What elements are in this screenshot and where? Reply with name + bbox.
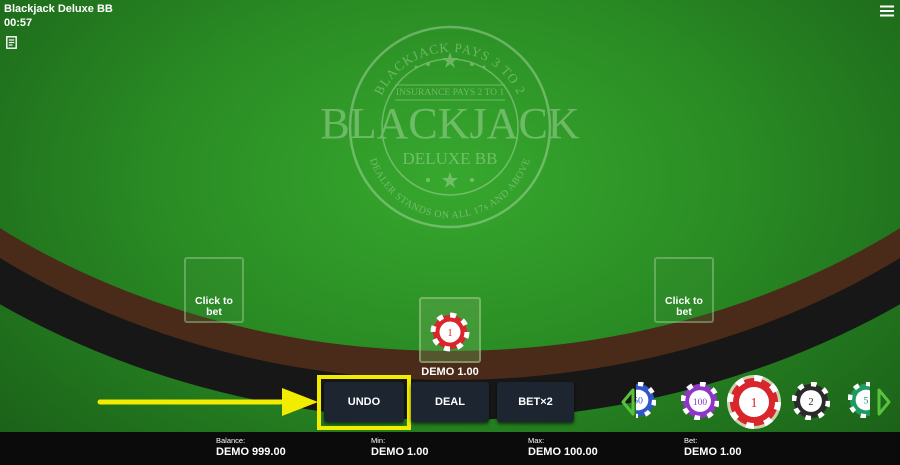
min-value: DEMO 1.00 — [371, 446, 429, 458]
game-header: Blackjack Deluxe BB 00:57 — [4, 2, 113, 30]
chip-tray: 50 100 1 2 5 — [636, 372, 870, 430]
chip-2[interactable]: 2 — [792, 382, 830, 420]
chip-50-label: 50 — [636, 396, 643, 407]
bet-spot-right-label: Click to bet — [665, 295, 703, 318]
chips-prev-arrow-icon[interactable] — [620, 388, 636, 416]
history-icon[interactable] — [6, 36, 17, 49]
status-bar: Balance: DEMO 999.00 Min: DEMO 1.00 Max:… — [0, 432, 900, 465]
bet-spot-left-label: Click to bet — [195, 295, 233, 318]
emblem-stars-bottom — [426, 172, 474, 188]
tutorial-highlight-frame — [317, 375, 411, 430]
chip-100-label: 100 — [693, 398, 708, 408]
game-title: Blackjack Deluxe BB — [4, 3, 113, 15]
balance-value: DEMO 999.00 — [216, 446, 286, 458]
bet-stat: Bet: DEMO 1.00 — [684, 436, 741, 459]
min-stat: Min: DEMO 1.00 — [371, 436, 428, 459]
emblem-subtitle: DELUXE BB — [403, 149, 498, 168]
center-bet-amount: DEMO 1.00 — [421, 366, 479, 378]
max-value: DEMO 100.00 — [528, 446, 598, 458]
max-label: Max: — [528, 436, 545, 445]
emblem-insurance: INSURANCE PAYS 2 TO 1 — [396, 88, 504, 98]
chip-1-selected[interactable]: 1 — [726, 374, 782, 430]
emblem-title: BLACKJACK — [320, 99, 579, 148]
placed-chip-value: 1 — [447, 327, 453, 339]
deal-button[interactable]: DEAL — [411, 382, 489, 422]
bet-spot-center[interactable]: 1 — [419, 297, 481, 363]
chip-2-label: 2 — [808, 397, 813, 408]
balance-stat: Balance: DEMO 999.00 — [216, 436, 286, 459]
hamburger-menu-icon[interactable] — [880, 5, 894, 17]
blackjack-table: Blackjack Deluxe BB 00:57 BLACKJACK PAYS… — [0, 0, 900, 465]
deal-button-label: DEAL — [435, 396, 465, 408]
bet-spot-left[interactable]: Click to bet — [184, 257, 244, 323]
bet-value: DEMO 1.00 — [684, 446, 742, 458]
chip-1-label: 1 — [751, 396, 758, 411]
chips-next-arrow-icon[interactable] — [876, 388, 892, 416]
table-emblem: BLACKJACK PAYS 3 TO 2 DEALER STANDS ON A… — [320, 25, 580, 229]
bet-label: Bet: — [684, 436, 698, 445]
chip-50[interactable]: 50 — [636, 382, 656, 418]
placed-chip: 1 — [430, 312, 470, 352]
tutorial-arrow-icon — [97, 388, 318, 416]
chip-5-label: 5 — [864, 396, 869, 407]
max-stat: Max: DEMO 100.00 — [528, 436, 598, 459]
chip-100[interactable]: 100 — [681, 382, 719, 420]
chip-5[interactable]: 5 — [848, 382, 870, 418]
min-label: Min: — [371, 436, 386, 445]
balance-label: Balance: — [216, 436, 246, 445]
double-bet-button-label: BET×2 — [518, 396, 553, 408]
double-bet-button[interactable]: BET×2 — [497, 382, 574, 422]
session-clock: 00:57 — [4, 17, 33, 29]
bet-spot-right[interactable]: Click to bet — [654, 257, 714, 323]
